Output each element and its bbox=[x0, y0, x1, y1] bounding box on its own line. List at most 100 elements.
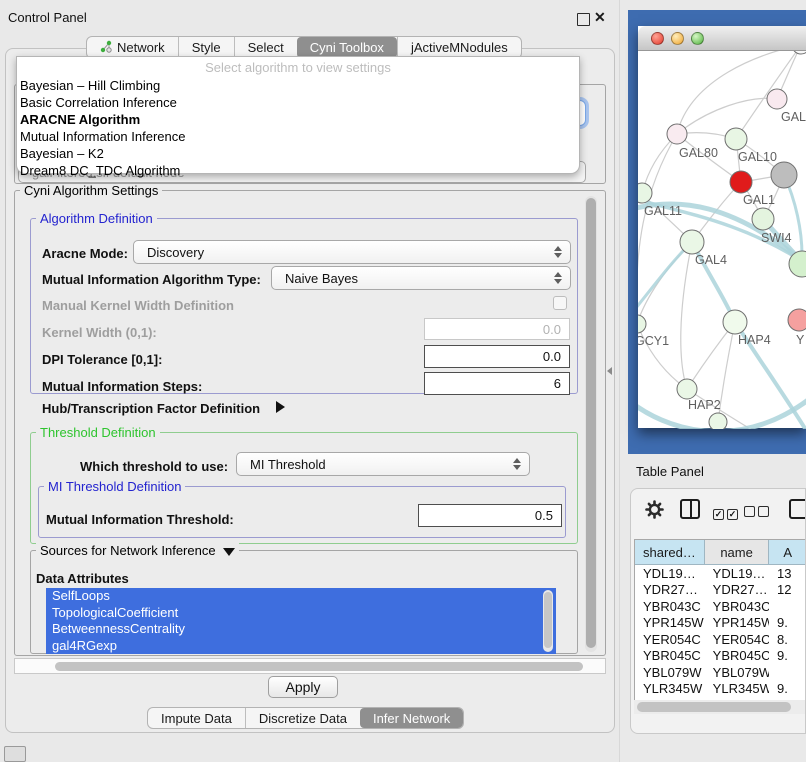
tab-discretize-data[interactable]: Discretize Data bbox=[245, 708, 360, 728]
table-cell: YDL19… bbox=[635, 566, 705, 581]
attribute-item-gal4rgexp[interactable]: gal4RGexp bbox=[46, 638, 556, 655]
combo-arrows-icon bbox=[554, 246, 562, 258]
tab-impute-data[interactable]: Impute Data bbox=[148, 708, 245, 728]
settings-hscrollbar[interactable] bbox=[14, 658, 606, 674]
expand-right-icon[interactable] bbox=[276, 401, 285, 413]
new-table-icon[interactable] bbox=[789, 499, 806, 519]
node-label-GAL11: GAL11 bbox=[644, 204, 682, 218]
close-panel-icon[interactable]: ✕ bbox=[594, 9, 606, 26]
data-attributes-label: Data Attributes bbox=[36, 571, 129, 586]
table-row[interactable]: YPR145WYPR145W9. bbox=[635, 615, 806, 632]
select-all-columns-icon[interactable]: ✓✓ bbox=[713, 504, 738, 522]
tab-label: Cyni Toolbox bbox=[310, 40, 384, 55]
network-canvas[interactable]: GALGAL80GAL10GAL1GAL11SWI4GAL4GCY1HAP4YH… bbox=[638, 51, 806, 429]
table-row[interactable]: YBR043CYBR043C bbox=[635, 598, 806, 615]
split-columns-icon[interactable] bbox=[680, 499, 700, 519]
table-row[interactable]: YDL19…YDL19…13 bbox=[635, 565, 806, 582]
tab-style[interactable]: Style bbox=[178, 37, 234, 58]
aracne-mode-select[interactable]: Discovery bbox=[133, 240, 571, 264]
control-panel-titlebar: Control Panel ✕ bbox=[0, 6, 620, 30]
settings-vscrollbar[interactable] bbox=[585, 196, 597, 652]
tab-label: Network bbox=[117, 40, 165, 55]
splitter-handle[interactable] bbox=[607, 367, 612, 375]
tab-infer-network[interactable]: Infer Network bbox=[360, 708, 463, 728]
node-label-HAP4: HAP4 bbox=[738, 333, 771, 347]
aracne-mode-value: Discovery bbox=[134, 245, 204, 260]
node-label-GAL10: GAL10 bbox=[738, 150, 777, 164]
mi-steps-field[interactable]: 6 bbox=[424, 372, 570, 395]
network-node-bottom-green[interactable] bbox=[709, 413, 727, 429]
table-row[interactable]: YBL079WYBL079W bbox=[635, 664, 806, 681]
network-node-gal-top[interactable] bbox=[767, 89, 787, 109]
network-node-GAL4[interactable] bbox=[680, 230, 704, 254]
table-cell: YDR27… bbox=[635, 582, 705, 597]
network-node-GAL11[interactable] bbox=[638, 183, 652, 203]
network-node-GCY1[interactable] bbox=[638, 315, 646, 333]
column-header-shared-[interactable]: shared… bbox=[635, 540, 705, 565]
table-hscrollbar[interactable] bbox=[634, 700, 806, 714]
table-cell: YBR045C bbox=[635, 648, 705, 663]
column-header-a[interactable]: A bbox=[769, 540, 806, 565]
attribute-item-selfloops[interactable]: SelfLoops bbox=[46, 588, 556, 605]
network-node-GAL10[interactable] bbox=[725, 128, 747, 150]
table-panel-card: ✓✓ shared…nameA YDL19…YDL19…13YDR27…YDR2… bbox=[630, 488, 806, 734]
network-edge bbox=[638, 242, 692, 324]
dpi-tolerance-field[interactable]: 0.0 bbox=[424, 345, 570, 368]
data-attributes-list: SelfLoopsTopologicalCoefficientBetweenne… bbox=[46, 588, 556, 654]
float-window-icon[interactable] bbox=[577, 13, 590, 26]
manual-kernel-checkbox[interactable] bbox=[553, 296, 567, 310]
mi-steps-label: Mutual Information Steps: bbox=[42, 379, 202, 394]
algorithm-option-aracne-algorithm[interactable]: ARACNE Algorithm bbox=[17, 111, 579, 128]
tab-jactivemnodules[interactable]: jActiveMNodules bbox=[397, 37, 521, 58]
kernel-width-label: Kernel Width (0,1): bbox=[42, 325, 157, 340]
tab-network[interactable]: Network bbox=[87, 37, 178, 58]
which-threshold-select[interactable]: MI Threshold bbox=[236, 452, 530, 476]
network-node-top-partial[interactable] bbox=[792, 51, 806, 54]
aracne-mode-label: Aracne Mode: bbox=[42, 246, 128, 261]
algorithm-option-bayesian-k2[interactable]: Bayesian – K2 bbox=[17, 145, 579, 162]
algorithm-dropdown-popup: Select algorithm to view settings Bayesi… bbox=[16, 56, 580, 174]
tab-label: Impute Data bbox=[161, 711, 232, 726]
mi-threshold-field[interactable]: 0.5 bbox=[418, 504, 562, 527]
minimize-window-icon[interactable] bbox=[671, 32, 684, 45]
network-node-HAP2[interactable] bbox=[677, 379, 697, 399]
close-window-icon[interactable] bbox=[651, 32, 664, 45]
apply-button[interactable]: Apply bbox=[268, 676, 338, 698]
app-root: { "colors": { "selection_blue": "#3E6EDE… bbox=[0, 0, 806, 762]
node-label-SWI4: SWI4 bbox=[761, 231, 792, 245]
kernel-width-field[interactable]: 0.0 bbox=[424, 318, 570, 340]
mi-type-value: Naive Bayes bbox=[272, 271, 358, 286]
algorithm-option-dream8-dc-tdc-algorithm[interactable]: Dream8 DC_TDC Algorithm bbox=[17, 162, 579, 179]
algorithm-option-mutual-information-inference[interactable]: Mutual Information Inference bbox=[17, 128, 579, 145]
table-row[interactable]: YDR27…YDR27…12 bbox=[635, 582, 806, 599]
network-node-salmon-node[interactable] bbox=[788, 309, 806, 331]
tab-label: Style bbox=[192, 40, 221, 55]
table-row[interactable]: YER054CYER054C8. bbox=[635, 631, 806, 648]
network-node-GAL1[interactable] bbox=[730, 171, 752, 193]
zoom-window-icon[interactable] bbox=[691, 32, 704, 45]
table-cell: YLR345W bbox=[705, 681, 769, 696]
table-row[interactable]: YLR345WYLR345W9. bbox=[635, 681, 806, 698]
gear-icon[interactable] bbox=[645, 500, 664, 524]
attributes-vscrollbar[interactable] bbox=[543, 590, 553, 652]
manual-kernel-label: Manual Kernel Width Definition bbox=[42, 298, 234, 313]
table-row[interactable]: YBR045CYBR045C9. bbox=[635, 648, 806, 665]
dropdown-placeholder: Select algorithm to view settings bbox=[17, 57, 579, 77]
deselect-all-columns-icon[interactable] bbox=[744, 504, 769, 522]
attribute-item-topologicalcoefficient[interactable]: TopologicalCoefficient bbox=[46, 605, 556, 622]
table-cell: 9. bbox=[769, 615, 806, 630]
network-node-gray-node[interactable] bbox=[771, 162, 797, 188]
attribute-item-betweennesscentrality[interactable]: BetweennessCentrality bbox=[46, 621, 556, 638]
tab-cyni-toolbox[interactable]: Cyni Toolbox bbox=[297, 37, 397, 58]
tab-select[interactable]: Select bbox=[234, 37, 297, 58]
network-node-HAP4[interactable] bbox=[723, 310, 747, 334]
collapsed-panel-icon[interactable] bbox=[4, 746, 26, 762]
collapse-down-icon[interactable] bbox=[223, 548, 235, 556]
network-node-SWI4[interactable] bbox=[752, 208, 774, 230]
network-edge bbox=[638, 134, 677, 324]
mi-type-select[interactable]: Naive Bayes bbox=[271, 266, 571, 290]
network-node-GAL80[interactable] bbox=[667, 124, 687, 144]
column-header-name[interactable]: name bbox=[705, 540, 769, 565]
algorithm-option-bayesian-hill-climbing[interactable]: Bayesian – Hill Climbing bbox=[17, 77, 579, 94]
algorithm-option-basic-correlation-inference[interactable]: Basic Correlation Inference bbox=[17, 94, 579, 111]
